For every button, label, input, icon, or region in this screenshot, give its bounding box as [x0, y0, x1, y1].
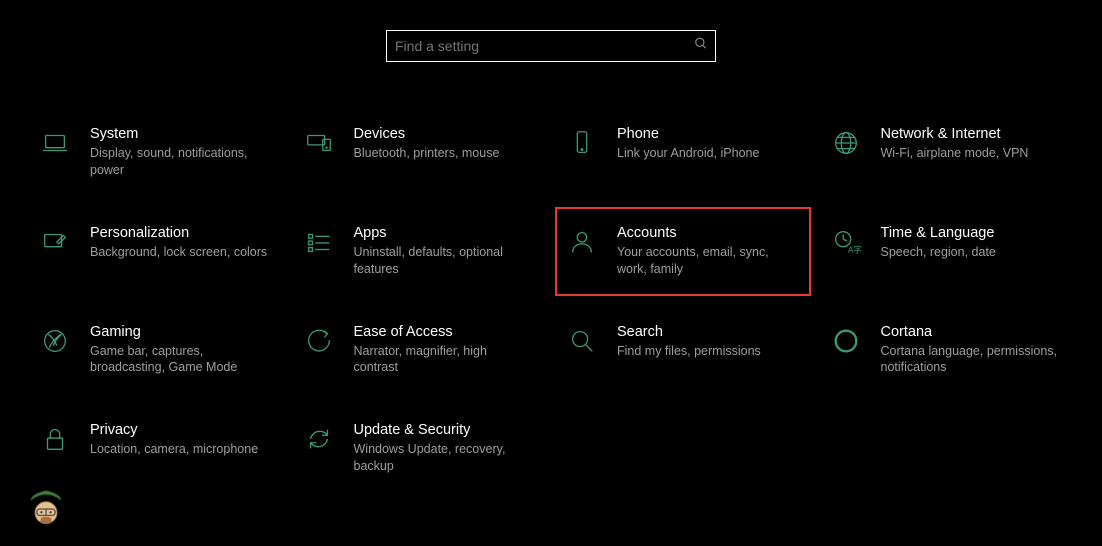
tile-desc: Narrator, magnifier, high contrast: [354, 343, 534, 377]
tile-desc: Link your Android, iPhone: [617, 145, 797, 162]
tile-title: Devices: [354, 126, 540, 142]
tile-title: Phone: [617, 126, 803, 142]
person-icon: [563, 225, 601, 278]
tile-title: Search: [617, 324, 803, 340]
tile-devices[interactable]: Devices Bluetooth, printers, mouse: [292, 120, 548, 185]
tile-desc: Windows Update, recovery, backup: [354, 441, 534, 475]
cortana-icon: [827, 324, 865, 377]
phone-icon: [563, 126, 601, 179]
tile-title: Accounts: [617, 225, 799, 241]
accessibility-icon: [300, 324, 338, 377]
tile-time-language[interactable]: A字 Time & Language Speech, region, date: [819, 219, 1075, 284]
tile-ease-of-access[interactable]: Ease of Access Narrator, magnifier, high…: [292, 318, 548, 383]
avatar-mascot: [24, 487, 68, 536]
tile-title: System: [90, 126, 276, 142]
tile-title: Cortana: [881, 324, 1067, 340]
sync-icon: [300, 422, 338, 475]
tile-title: Privacy: [90, 422, 276, 438]
tile-system[interactable]: System Display, sound, notifications, po…: [28, 120, 284, 185]
tile-phone[interactable]: Phone Link your Android, iPhone: [555, 120, 811, 185]
clock-globe-icon: A字: [827, 225, 865, 278]
tile-title: Network & Internet: [881, 126, 1067, 142]
tile-network[interactable]: Network & Internet Wi-Fi, airplane mode,…: [819, 120, 1075, 185]
tile-title: Ease of Access: [354, 324, 540, 340]
tile-title: Update & Security: [354, 422, 540, 438]
settings-grid: System Display, sound, notifications, po…: [0, 62, 1102, 481]
search-bar-area: [0, 0, 1102, 62]
paintbrush-icon: [36, 225, 74, 278]
tile-desc: Display, sound, notifications, power: [90, 145, 270, 179]
tile-desc: Location, camera, microphone: [90, 441, 270, 458]
tile-desc: Find my files, permissions: [617, 343, 797, 360]
tile-apps[interactable]: Apps Uninstall, defaults, optional featu…: [292, 219, 548, 284]
tile-search[interactable]: Search Find my files, permissions: [555, 318, 811, 383]
tile-desc: Wi-Fi, airplane mode, VPN: [881, 145, 1061, 162]
tile-title: Time & Language: [881, 225, 1067, 241]
search-input[interactable]: [386, 30, 716, 62]
search-icon: [694, 37, 708, 56]
tile-desc: Bluetooth, printers, mouse: [354, 145, 534, 162]
laptop-icon: [36, 126, 74, 179]
tile-desc: Uninstall, defaults, optional features: [354, 244, 534, 278]
tile-accounts[interactable]: Accounts Your accounts, email, sync, wor…: [555, 207, 811, 296]
tile-title: Personalization: [90, 225, 276, 241]
tile-privacy[interactable]: Privacy Location, camera, microphone: [28, 416, 284, 481]
tile-desc: Speech, region, date: [881, 244, 1061, 261]
tile-gaming[interactable]: Gaming Game bar, captures, broadcasting,…: [28, 318, 284, 383]
tile-title: Apps: [354, 225, 540, 241]
lock-icon: [36, 422, 74, 475]
tile-update-security[interactable]: Update & Security Windows Update, recove…: [292, 416, 548, 481]
devices-icon: [300, 126, 338, 179]
tile-cortana[interactable]: Cortana Cortana language, permissions, n…: [819, 318, 1075, 383]
tile-desc: Game bar, captures, broadcasting, Game M…: [90, 343, 270, 377]
tile-desc: Your accounts, email, sync, work, family: [617, 244, 797, 278]
tile-desc: Background, lock screen, colors: [90, 244, 270, 261]
globe-icon: [827, 126, 865, 179]
xbox-icon: [36, 324, 74, 377]
list-icon: [300, 225, 338, 278]
svg-text:A字: A字: [847, 244, 860, 254]
tile-title: Gaming: [90, 324, 276, 340]
magnifier-icon: [563, 324, 601, 377]
tile-personalization[interactable]: Personalization Background, lock screen,…: [28, 219, 284, 284]
tile-desc: Cortana language, permissions, notificat…: [881, 343, 1061, 377]
